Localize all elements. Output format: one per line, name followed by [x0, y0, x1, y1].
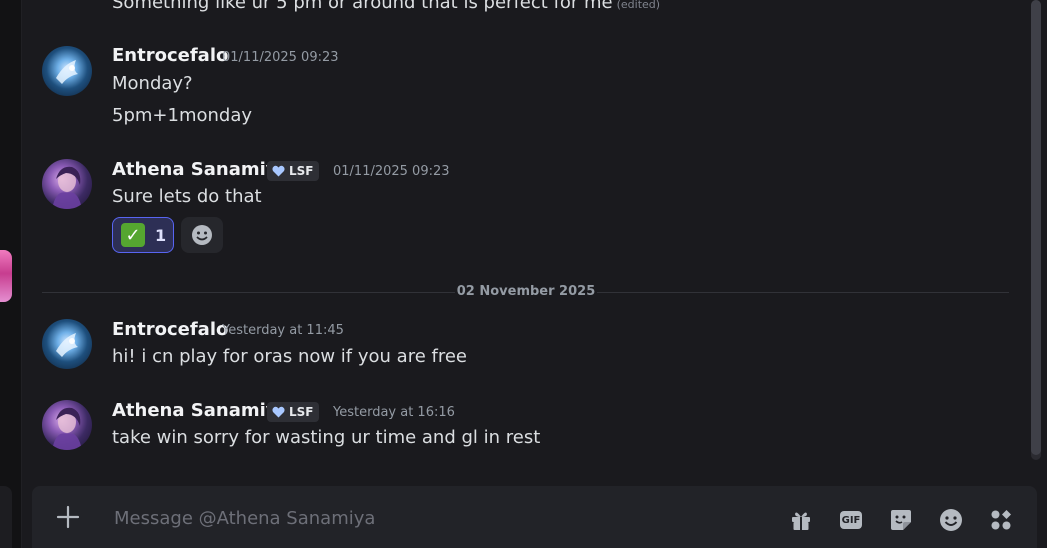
- role-tag-label: LSF: [289, 164, 314, 178]
- gift-button[interactable]: [789, 508, 813, 532]
- user-panel-edge: [0, 486, 12, 548]
- reaction-count: 1: [155, 225, 167, 245]
- timestamp[interactable]: 01/11/2025 09:23: [333, 164, 450, 179]
- date-divider: 02 November 2025: [455, 284, 597, 299]
- message-text: hi! i cn play for oras now if you are fr…: [112, 346, 467, 367]
- message-text: Sure lets do that: [112, 186, 262, 207]
- message-input[interactable]: [112, 500, 756, 536]
- message-text: take win sorry for wasting ur time and g…: [112, 427, 541, 448]
- avatar[interactable]: [42, 159, 92, 209]
- avatar[interactable]: [42, 400, 92, 450]
- sticker-button[interactable]: [889, 508, 913, 532]
- username[interactable]: Entrocefalo: [112, 45, 228, 66]
- plus-icon: [56, 505, 80, 529]
- avatar[interactable]: [42, 319, 92, 369]
- timestamp[interactable]: Yesterday at 16:16: [333, 405, 455, 420]
- scrollbar[interactable]: [1031, 0, 1041, 460]
- add-reaction-button[interactable]: [181, 217, 223, 253]
- apps-button[interactable]: [989, 508, 1013, 532]
- avatar-image: [56, 60, 78, 84]
- message-text: Something like ur 5 pm or around that is…: [112, 0, 660, 13]
- heart-icon: [272, 165, 285, 177]
- scrollbar-thumb[interactable]: [1031, 0, 1041, 455]
- apps-icon: [991, 510, 1011, 530]
- upload-button[interactable]: [56, 505, 80, 529]
- smiley-icon: [192, 225, 212, 245]
- message-text: 5pm+1monday: [112, 105, 253, 126]
- check-mark-icon: ✓: [121, 223, 145, 247]
- role-tag[interactable]: LSF: [267, 161, 319, 181]
- emoji-button[interactable]: [939, 508, 963, 532]
- username[interactable]: Athena Sanamiya: [112, 400, 290, 421]
- message-text-content: Something like ur 5 pm or around that is…: [112, 0, 613, 13]
- timestamp[interactable]: Yesterday at 11:45: [222, 323, 344, 338]
- role-tag[interactable]: LSF: [267, 402, 319, 422]
- sticker-icon: [891, 510, 911, 530]
- avatar-image: [56, 333, 78, 357]
- gif-button[interactable]: GIF: [839, 508, 863, 532]
- avatar[interactable]: [42, 46, 92, 96]
- server-icon[interactable]: [0, 250, 12, 302]
- server-rail: [0, 0, 22, 548]
- reaction-check[interactable]: ✓ 1: [112, 217, 174, 253]
- edited-label: (edited): [616, 0, 661, 11]
- message-text: Monday?: [112, 73, 193, 94]
- username[interactable]: Athena Sanamiya: [112, 159, 290, 180]
- timestamp[interactable]: 01/11/2025 09:23: [222, 50, 339, 65]
- gift-icon: [792, 512, 810, 530]
- avatar-image: [52, 166, 82, 209]
- role-tag-label: LSF: [289, 405, 314, 419]
- smiley-icon: [940, 509, 962, 531]
- message-composer: GIF: [32, 486, 1037, 548]
- avatar-image: [52, 407, 82, 450]
- username[interactable]: Entrocefalo: [112, 319, 228, 340]
- heart-icon: [272, 406, 285, 418]
- gif-icon: GIF: [840, 511, 862, 529]
